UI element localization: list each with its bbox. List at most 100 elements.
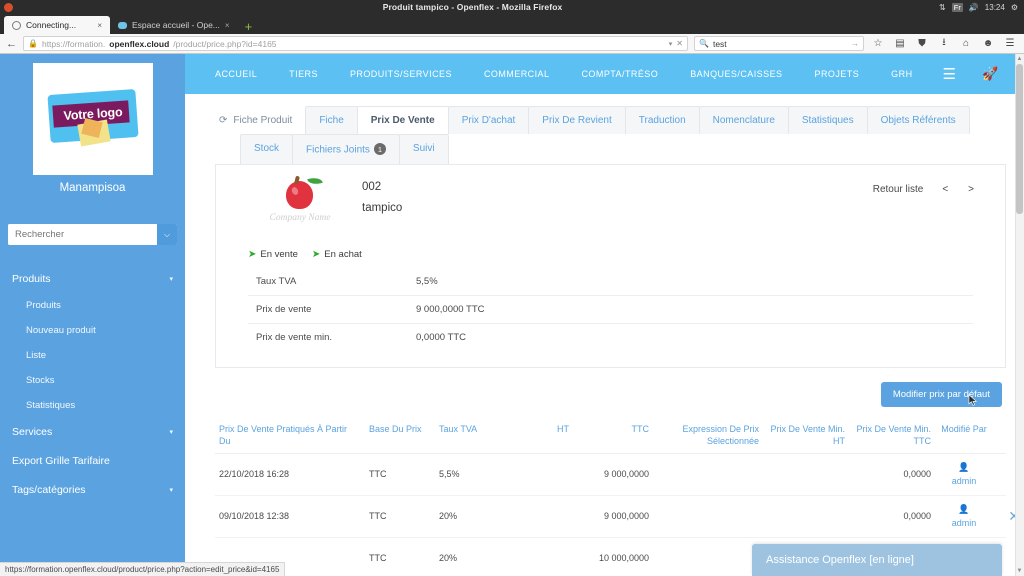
sidebar-brand: Votre logo Manampisoa (0, 54, 185, 194)
th-base-du-prix[interactable]: Base Du Prix (365, 423, 435, 447)
sidebar-nav: Produits ▾ Produits Nouveau produit List… (0, 265, 185, 504)
sidebar-item-produits[interactable]: Produits (0, 293, 185, 318)
clock[interactable]: 13:24 (985, 3, 1005, 12)
nav-banques-caisses[interactable]: BANQUES/CAISSES (674, 69, 798, 79)
tab-fiche[interactable]: Fiche (305, 106, 358, 134)
search-input[interactable] (8, 224, 157, 245)
table-header-row: Prix De Vente Pratiqués À Partir Du Base… (215, 423, 1006, 454)
info-label: Taux TVA (256, 275, 297, 287)
nav-compta-treso[interactable]: COMPTA/TRÉSO (565, 69, 674, 79)
browser-tab-2[interactable]: Espace accueil - Ope... × (110, 16, 238, 34)
flag-en-vente: ➤ En vente (248, 249, 298, 260)
tab-fichiers-joints[interactable]: Fichiers Joints 1 (292, 134, 400, 164)
chevron-down-icon[interactable]: ⌵ (157, 224, 177, 245)
sidebar-group-label: Produits (12, 273, 51, 285)
browser-tab-1[interactable]: Connecting... × (4, 16, 110, 34)
scroll-down-icon[interactable]: ▼ (1016, 568, 1023, 574)
th-modifie-par[interactable]: Modifié Par (935, 423, 993, 447)
browser-tab-1-label: Connecting... (26, 20, 77, 30)
menu-icon[interactable]: ☰ (1002, 38, 1018, 49)
tab-statistiques[interactable]: Statistiques (787, 106, 868, 134)
search-input-value[interactable]: test (713, 39, 727, 49)
sidebar-group-label: Tags/catégories (12, 484, 86, 496)
sidebar-item-export-grille-tarifaire[interactable]: Export Grille Tarifaire (0, 446, 185, 476)
cell-min-ttc: 0,0000 (903, 511, 931, 522)
search-bar[interactable]: 🔍 test → (694, 36, 864, 51)
shield-icon[interactable]: ⛊ (914, 38, 930, 49)
cell-min-ht (763, 468, 849, 480)
cell-min-ttc: 0,0000 (903, 469, 931, 480)
sidebar-group-produits[interactable]: Produits ▾ (0, 265, 185, 293)
gear-icon[interactable]: ⚙ (1011, 3, 1018, 12)
page-scrollbar[interactable]: ▲ ▼ (1015, 54, 1024, 576)
info-label: Prix de vente (256, 303, 312, 315)
sidebar-item-stocks[interactable]: Stocks (0, 368, 185, 393)
th-date[interactable]: Prix De Vente Pratiqués À Partir Du (215, 423, 365, 447)
nav-commercial[interactable]: COMMERCIAL (468, 69, 566, 79)
hamburger-menu-icon[interactable]: ☰ (929, 67, 970, 82)
nav-tiers[interactable]: TIERS (273, 69, 334, 79)
table-row[interactable]: 09/10/2018 12:38 TTC 20% 9 000,0000 0,00… (215, 496, 1020, 538)
nav-projets[interactable]: PROJETS (799, 69, 876, 79)
cell-expression (653, 552, 763, 564)
table-row[interactable]: 22/10/2018 16:28 TTC 5,5% 9 000,0000 0,0… (215, 454, 1006, 496)
scroll-up-icon[interactable]: ▲ (1016, 56, 1023, 62)
address-bar[interactable]: 🔒 https://formation. openflex.cloud/produ… (23, 36, 688, 51)
info-value: 0,0000 TTC (416, 331, 466, 343)
scrollbar-thumb[interactable] (1016, 64, 1023, 214)
new-tab-button[interactable]: + (238, 20, 260, 34)
chevron-down-icon: ▾ (169, 429, 173, 436)
search-go-icon[interactable]: → (851, 39, 859, 48)
stop-icon[interactable]: ✕ (676, 39, 683, 48)
network-icon[interactable]: ⇅ (939, 3, 946, 12)
close-icon[interactable]: × (97, 21, 102, 30)
info-value: 5,5% (416, 275, 438, 287)
sidebar-item-nouveau-produit[interactable]: Nouveau produit (0, 318, 185, 343)
back-icon[interactable]: ← (6, 38, 17, 50)
sidebar-group-services[interactable]: Services ▾ (0, 418, 185, 446)
site-favicon-icon (118, 21, 127, 29)
cell-tva: 20% (439, 511, 458, 522)
th-expression-de-prix[interactable]: Expression De Prix Sélectionnée (653, 423, 763, 447)
next-record-button[interactable]: > (959, 181, 983, 198)
home-icon[interactable]: ⌂ (958, 38, 974, 49)
tab-objets-referents[interactable]: Objets Référents (866, 106, 970, 134)
tab-stock[interactable]: Stock (240, 134, 294, 164)
prev-record-button[interactable]: < (933, 181, 957, 198)
keyboard-layout-indicator[interactable]: Fr (951, 2, 963, 12)
loading-spinner-icon (12, 20, 21, 30)
th-prix-min-ht[interactable]: Prix De Vente Min. HT (763, 423, 849, 447)
nav-produits-services[interactable]: PRODUITS/SERVICES (334, 69, 468, 79)
chevron-down-icon[interactable]: ▾ (669, 40, 673, 48)
sidebar-search[interactable]: ⌵ (8, 224, 177, 245)
tab-traduction[interactable]: Traduction (624, 106, 700, 134)
browser-tab-strip: Connecting... × Espace accueil - Ope... … (0, 14, 1024, 34)
th-ttc[interactable]: TTC (573, 423, 653, 447)
tab-suivi[interactable]: Suivi (398, 134, 449, 164)
th-prix-min-ttc[interactable]: Prix De Vente Min. TTC (849, 423, 935, 447)
sidebar-group-tags-categories[interactable]: Tags/catégories ▾ (0, 476, 185, 504)
close-icon[interactable]: × (225, 21, 230, 30)
assistance-widget[interactable]: Assistance Openflex [en ligne] (752, 544, 1002, 576)
sidebar-item-statistiques[interactable]: Statistiques (0, 393, 185, 418)
th-taux-tva[interactable]: Taux TVA (435, 423, 499, 447)
screen: Produit tampico - Openflex - Mozilla Fir… (0, 0, 1024, 576)
nav-accueil[interactable]: ACCUEIL (199, 69, 273, 79)
check-flag-icon: ➤ (248, 248, 257, 260)
th-ht[interactable]: HT (499, 423, 573, 447)
pocket-icon[interactable]: ▤ (892, 38, 908, 49)
tab-prix-de-vente[interactable]: Prix De Vente (356, 106, 449, 134)
sidebar-item-liste[interactable]: Liste (0, 343, 185, 368)
star-icon[interactable]: ☆ (870, 38, 886, 49)
tab-prix-de-revient[interactable]: Prix De Revient (528, 106, 626, 134)
tab-nomenclature[interactable]: Nomenclature (698, 106, 789, 134)
volume-icon[interactable]: 🔊 (969, 3, 979, 12)
rocket-icon[interactable]: 🚀 (970, 66, 1010, 82)
nav-grh[interactable]: GRH (875, 69, 928, 79)
tab-prix-dachat[interactable]: Prix D'achat (447, 106, 530, 134)
retour-liste-link[interactable]: Retour liste (865, 181, 932, 198)
account-icon[interactable]: ☻ (980, 38, 996, 49)
firefox-logo-icon (4, 3, 13, 12)
modify-default-price-button[interactable]: Modifier prix par défaut (880, 381, 1002, 407)
download-icon[interactable]: ⭳ (936, 35, 952, 52)
